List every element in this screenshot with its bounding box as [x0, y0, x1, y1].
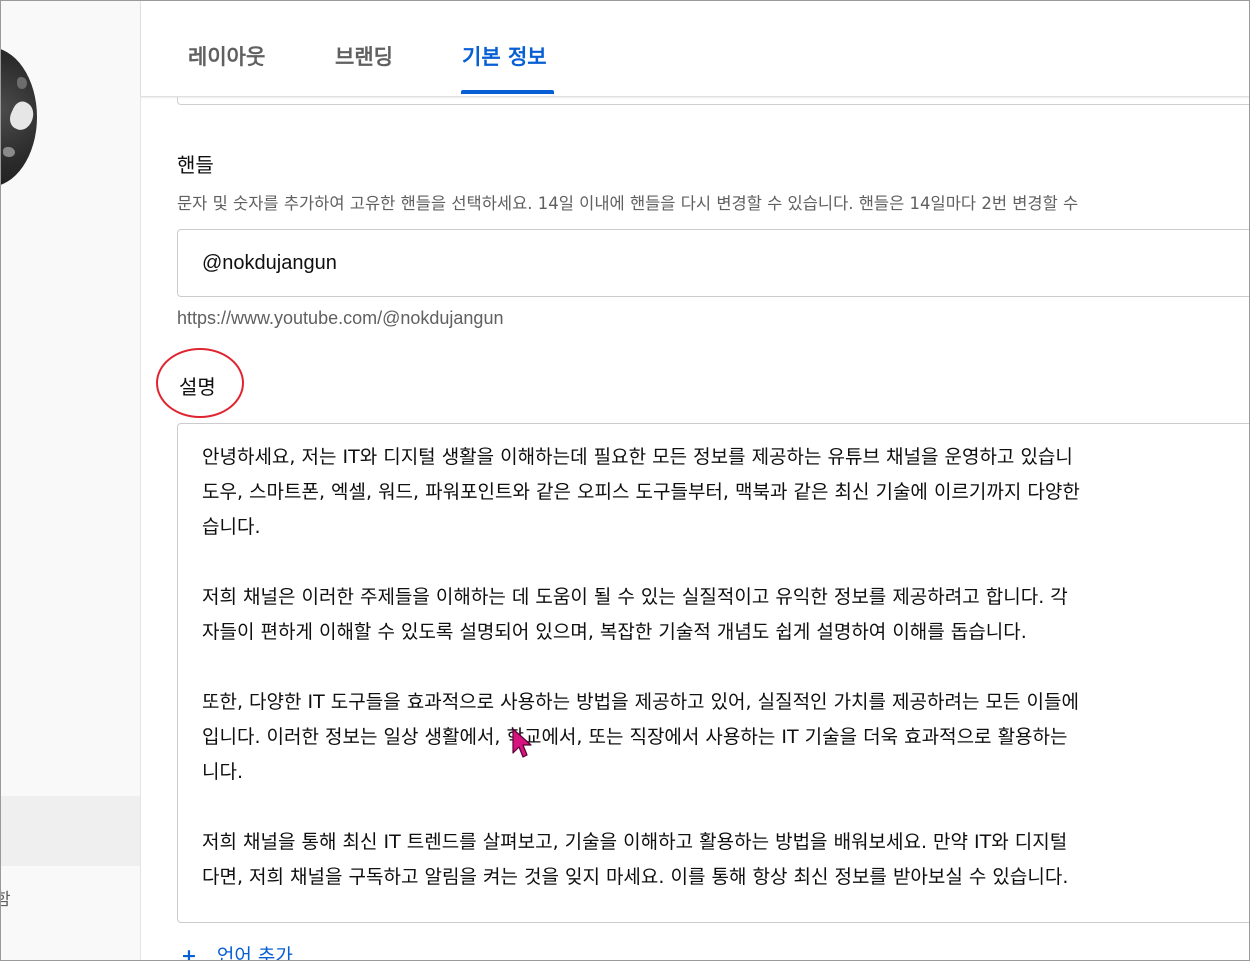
description-textarea[interactable]: 안녕하세요, 저는 IT와 디지털 생활을 이해하는데 필요한 모든 정보를 제… [177, 423, 1249, 923]
tab-basic-info[interactable]: 기본 정보 [462, 41, 547, 71]
sidebar-item-customization[interactable] [1, 796, 140, 866]
plus-icon: + [181, 945, 197, 961]
description-line: 습니다. [202, 516, 261, 538]
avatar-pattern [3, 147, 15, 157]
add-language-label: 언어 추가 [216, 945, 293, 961]
handle-title: 핸들 [177, 153, 214, 177]
description-line: 니다. [202, 761, 243, 783]
red-highlight-circle [156, 348, 244, 418]
add-language-button[interactable]: + 언어 추가 [181, 941, 293, 961]
tab-layout[interactable]: 레이아웃 [188, 41, 265, 71]
sidebar-item-label[interactable]: 함 [1, 885, 11, 910]
channel-customization-page: 함 레이아웃 브랜딩 기본 정보 핸들 문자 및 숫자를 추가하여 고유한 핸들… [0, 0, 1250, 961]
handle-url[interactable]: https://www.youtube.com/@nokdujangun [177, 308, 503, 329]
description-line: 다면, 저희 채널을 구독하고 알림을 켜는 것을 잊지 마세요. 이를 통해 … [202, 866, 1069, 888]
previous-field-border [177, 97, 1249, 105]
sidebar: 함 [1, 1, 141, 960]
channel-avatar[interactable] [1, 47, 37, 187]
description-line: 입니다. 이러한 정보는 일상 생활에서, 학교에서, 또는 직장에서 사용하는… [202, 726, 1068, 748]
avatar-pattern [6, 98, 37, 134]
avatar-pattern [17, 77, 27, 89]
description-line: 자들이 편하게 이해할 수 있도록 설명되어 있으며, 복잡한 기술적 개념도 … [202, 621, 1027, 643]
customization-tabs: 레이아웃 브랜딩 기본 정보 [141, 1, 1249, 97]
tab-branding[interactable]: 브랜딩 [335, 41, 393, 71]
mouse-cursor-icon [512, 728, 532, 758]
handle-input[interactable] [177, 229, 1249, 297]
description-line: 안녕하세요, 저는 IT와 디지털 생활을 이해하는데 필요한 모든 정보를 제… [202, 446, 1073, 468]
active-tab-indicator [461, 90, 554, 94]
handle-description: 문자 및 숫자를 추가하여 고유한 핸들을 선택하세요. 14일 이내에 핸들을… [177, 194, 1079, 213]
description-line: 저희 채널을 통해 최신 IT 트렌드를 살펴보고, 기술을 이해하고 활용하는… [202, 831, 1068, 853]
description-line: 도우, 스마트폰, 엑셀, 워드, 파워포인트와 같은 오피스 도구들부터, 맥… [202, 481, 1080, 503]
description-line: 또한, 다양한 IT 도구들을 효과적으로 사용하는 방법을 제공하고 있어, … [202, 691, 1079, 713]
description-line: 저희 채널은 이러한 주제들을 이해하는 데 도움이 될 수 있는 실질적이고 … [202, 586, 1068, 608]
